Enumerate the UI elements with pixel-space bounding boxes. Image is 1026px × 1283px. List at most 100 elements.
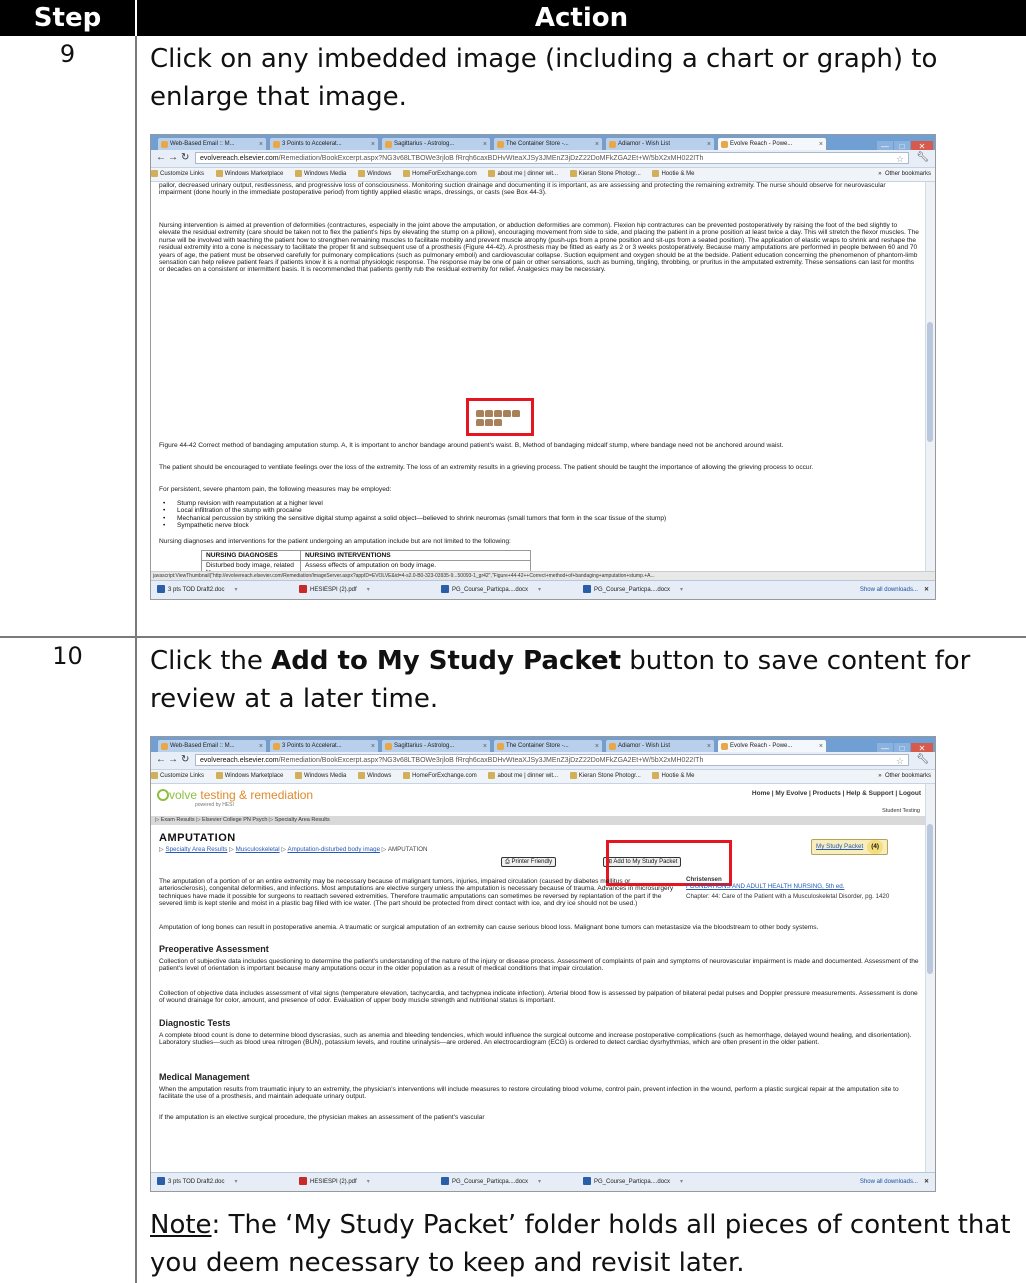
close-tab-icon[interactable]: ×	[259, 138, 263, 150]
browser-tab[interactable]: The Container Store -... ×	[493, 137, 603, 150]
show-all-downloads-link[interactable]: Show all downloads... ✕	[860, 585, 929, 596]
section-heading: Diagnostic Tests	[159, 1018, 231, 1028]
close-icon[interactable]: ✕	[924, 587, 929, 593]
chevron-down-icon: ▾	[538, 587, 542, 593]
close-tab-icon[interactable]: ×	[483, 138, 487, 150]
download-item[interactable]: 3 pts TOD Draft2.doc ▾	[157, 1177, 238, 1188]
reload-icon[interactable]: ↻	[181, 754, 189, 766]
browser-tab-active[interactable]: Evolve Reach - Powe... ×	[717, 137, 827, 150]
bookmark-icon	[403, 771, 411, 779]
back-arrow-icon[interactable]: ←	[156, 754, 166, 766]
bookmark-item[interactable]: Kieran Stone Photogr...	[569, 168, 641, 181]
bookmark-item[interactable]: Windows	[358, 770, 391, 783]
close-tab-icon[interactable]: ×	[819, 740, 823, 752]
close-icon[interactable]: ✕	[924, 1179, 929, 1185]
close-tab-icon[interactable]: ×	[595, 740, 599, 752]
tab-favicon	[497, 141, 504, 148]
bookmark-item[interactable]: Hootie & Me	[652, 168, 694, 181]
bookmark-item[interactable]: HomeForExchange.com	[403, 168, 477, 181]
close-tab-icon[interactable]: ×	[707, 740, 711, 752]
close-tab-icon[interactable]: ×	[819, 138, 823, 150]
vertical-scrollbar[interactable]	[925, 784, 935, 1172]
bookmarks-bar: Customize Links Windows Marketplace Wind…	[151, 770, 935, 784]
breadcrumb-link[interactable]: Musculoskeletal	[236, 846, 280, 853]
bookmark-item[interactable]: Windows Marketplace	[215, 168, 283, 181]
browser-tab[interactable]: Web-Based Email :: M... ×	[157, 739, 267, 752]
close-tab-icon[interactable]: ×	[259, 740, 263, 752]
browser-tab[interactable]: The Container Store -... ×	[493, 739, 603, 752]
back-arrow-icon[interactable]: ←	[156, 152, 166, 164]
close-tab-icon[interactable]: ×	[483, 740, 487, 752]
breadcrumb-current: AMPUTATION	[387, 846, 428, 853]
scrollbar-thumb[interactable]	[927, 322, 933, 442]
tab-favicon	[721, 743, 728, 750]
bookmark-item[interactable]: Hootie & Me	[652, 770, 694, 783]
download-item[interactable]: PG_Course_Particpa....docx ▾	[441, 585, 541, 596]
browser-tab[interactable]: 3 Points to Accelerat... ×	[269, 739, 379, 752]
bookmark-item[interactable]: Customize Links	[151, 770, 204, 783]
word-doc-icon	[157, 1177, 165, 1186]
browser-tab[interactable]: Web-Based Email :: M... ×	[157, 137, 267, 150]
bookmark-item[interactable]: Customize Links	[151, 168, 204, 181]
bookmark-star-icon[interactable]: ☆	[896, 153, 904, 163]
status-bar: javascript:ViewThumbnail("http://evolver…	[151, 571, 935, 580]
bookmark-item[interactable]: Windows	[358, 168, 391, 181]
breadcrumb-link[interactable]: Amputation-disturbed body image	[287, 846, 380, 853]
step-number-9: 9	[59, 40, 76, 68]
list-item: Mechanical percussion by striking the se…	[159, 515, 919, 522]
url-field[interactable]: evolvereach.elsevier.com/Remediation/Boo…	[195, 152, 909, 164]
downloads-bar: 3 pts TOD Draft2.doc ▾ HESIESPI (2).pdf ▾ …	[151, 1172, 935, 1191]
download-item[interactable]: HESIESPI (2).pdf ▾	[299, 1177, 370, 1188]
bookmark-item[interactable]: Kieran Stone Photogr...	[569, 770, 641, 783]
url-field[interactable]: evolvereach.elsevier.com/Remediation/Boo…	[195, 754, 909, 766]
bookmark-star-icon[interactable]: ☆	[896, 755, 904, 765]
download-item[interactable]: 3 pts TOD Draft2.doc ▾	[157, 585, 238, 596]
top-navigation[interactable]: Home | My Evolve | Products | Help & Sup…	[752, 790, 921, 797]
wrench-icon[interactable]: 🔧︎	[916, 754, 929, 765]
other-bookmarks[interactable]: » Other bookmarks	[874, 770, 931, 783]
results-breadcrumb[interactable]: ▷ Exam Results ▷ Elsevier College PN Psy…	[151, 816, 926, 825]
vertical-scrollbar[interactable]	[925, 182, 935, 580]
tab-favicon	[385, 743, 392, 750]
printer-friendly-button[interactable]: ⎙ Printer Friendly	[501, 857, 557, 867]
download-item[interactable]: PG_Course_Particpa....docx ▾	[441, 1177, 541, 1188]
my-study-packet-button[interactable]: My Study Packet (4)	[811, 839, 888, 855]
close-tab-icon[interactable]: ×	[371, 740, 375, 752]
row-divider	[0, 636, 1026, 638]
bookmark-item[interactable]: Windows Media	[295, 770, 346, 783]
close-tab-icon[interactable]: ×	[371, 138, 375, 150]
bookmark-icon	[652, 169, 660, 177]
browser-tab[interactable]: Sagittarius - Astrolog... ×	[381, 739, 491, 752]
bookmark-icon	[403, 169, 411, 177]
bookmark-item[interactable]: HomeForExchange.com	[403, 770, 477, 783]
show-all-downloads-link[interactable]: Show all downloads... ✕	[860, 1177, 929, 1188]
download-item[interactable]: HESIESPI (2).pdf ▾	[299, 585, 370, 596]
bookmark-item[interactable]: Windows Media	[295, 168, 346, 181]
browser-tab[interactable]: Sagittarius - Astrolog... ×	[381, 137, 491, 150]
download-item[interactable]: PG_Course_Particpa....docx ▾	[583, 585, 683, 596]
paragraph: The amputation of a portion of or an ent…	[159, 878, 674, 908]
evolve-logo[interactable]: volve testing & remediation powered by H…	[157, 786, 313, 808]
paragraph: The patient should be encouraged to vent…	[159, 464, 814, 471]
browser-tab[interactable]: Adiamor - Wish List ×	[605, 137, 715, 150]
forward-arrow-icon[interactable]: →	[168, 152, 178, 164]
other-bookmarks[interactable]: » Other bookmarks	[874, 168, 931, 181]
close-tab-icon[interactable]: ×	[707, 138, 711, 150]
browser-tab[interactable]: Adiamor - Wish List ×	[605, 739, 715, 752]
wrench-icon[interactable]: 🔧︎	[916, 152, 929, 163]
browser-tab[interactable]: 3 Points to Accelerat... ×	[269, 137, 379, 150]
chevron-down-icon: ▾	[680, 587, 684, 593]
reload-icon[interactable]: ↻	[181, 152, 189, 164]
bookmark-item[interactable]: Windows Marketplace	[215, 770, 283, 783]
browser-tab-active[interactable]: Evolve Reach - Powe... ×	[717, 739, 827, 752]
forward-arrow-icon[interactable]: →	[168, 754, 178, 766]
close-tab-icon[interactable]: ×	[595, 138, 599, 150]
bookmark-item[interactable]: about me | dinner wit...	[488, 168, 558, 181]
download-item[interactable]: PG_Course_Particpa....docx ▾	[583, 1177, 683, 1188]
bookmark-item[interactable]: about me | dinner wit...	[488, 770, 558, 783]
section-heading: Medical Management	[159, 1072, 250, 1082]
breadcrumb-link[interactable]: Specialty Area Results	[165, 846, 227, 853]
study-packet-count-badge: (4)	[867, 840, 883, 854]
scrollbar-thumb[interactable]	[927, 824, 933, 974]
table-header: NURSING DIAGNOSES	[201, 550, 301, 561]
